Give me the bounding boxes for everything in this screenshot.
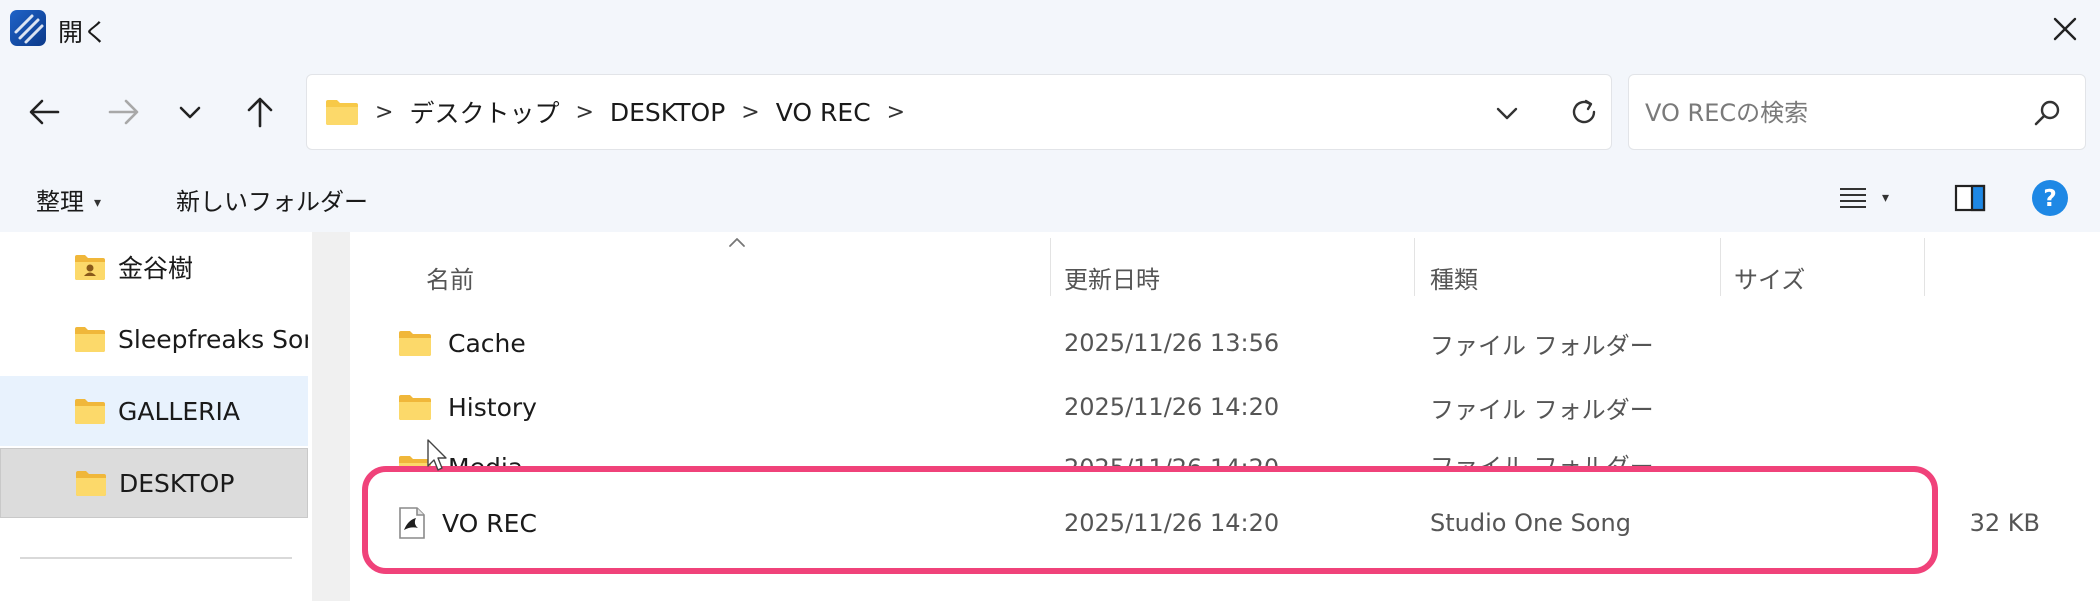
recent-locations-button[interactable] bbox=[160, 82, 220, 142]
refresh-icon bbox=[1572, 99, 1596, 124]
breadcrumb: > デスクトップ > DESKTOP > VO REC > bbox=[325, 75, 921, 149]
new-folder-label: 新しいフォルダー bbox=[176, 188, 368, 216]
file-type: Studio One Song bbox=[1430, 509, 1631, 537]
file-type: ファイル フォルダー bbox=[1430, 395, 1654, 424]
breadcrumb-desktop[interactable]: デスクトップ bbox=[409, 94, 559, 130]
folder-icon bbox=[399, 395, 431, 420]
breadcrumb-desktop-folder[interactable]: DESKTOP bbox=[610, 98, 725, 127]
file-name: Cache bbox=[448, 328, 526, 358]
sidebar-item-label: 金谷樹 bbox=[118, 254, 194, 283]
navigation-bar: > デスクトップ > DESKTOP > VO REC > bbox=[0, 58, 2100, 164]
svg-text:?: ? bbox=[2043, 186, 2056, 212]
file-date: 2025/11/26 14:20 bbox=[1064, 454, 1279, 466]
user-folder-icon bbox=[75, 255, 105, 280]
caret-down-icon: ▾ bbox=[1882, 190, 1890, 206]
title-bar: 開く bbox=[0, 0, 2100, 58]
breadcrumb-separator[interactable]: > bbox=[741, 100, 759, 125]
search-input[interactable] bbox=[1643, 93, 2007, 133]
preview-pane-icon bbox=[1954, 184, 1986, 212]
sidebar-divider bbox=[20, 557, 292, 559]
column-separator[interactable] bbox=[1720, 238, 1721, 296]
search-icon[interactable] bbox=[2027, 93, 2067, 133]
sidebar-item-label: Sleepfreaks Song bbox=[118, 324, 308, 354]
command-bar: 整理 ▾ 新しいフォルダー ▾ ? bbox=[0, 164, 2100, 232]
sidebar-item-galleria[interactable]: GALLERIA bbox=[0, 376, 308, 446]
close-button[interactable] bbox=[2030, 0, 2100, 58]
table-row[interactable]: History 2025/11/26 14:20 ファイル フォルダー bbox=[370, 376, 2070, 438]
chevron-down-icon bbox=[1496, 107, 1518, 120]
sidebar-item-user[interactable]: 金谷樹 bbox=[0, 232, 308, 302]
sidebar-item-sleepfreaks-song[interactable]: Sleepfreaks Song bbox=[0, 304, 308, 374]
sidebar-item-label: GALLERIA bbox=[118, 396, 240, 426]
forward-button[interactable] bbox=[94, 82, 154, 142]
chevron-down-icon bbox=[179, 106, 201, 119]
file-date: 2025/11/26 13:56 bbox=[1064, 329, 1280, 357]
close-icon bbox=[2053, 17, 2077, 41]
sidebar-item-desktop[interactable]: DESKTOP bbox=[0, 448, 308, 518]
refresh-button[interactable] bbox=[1563, 91, 1605, 133]
file-date: 2025/11/26 14:20 bbox=[1064, 393, 1280, 421]
address-bar[interactable]: > デスクトップ > DESKTOP > VO REC > bbox=[306, 74, 1612, 150]
window-title: 開く bbox=[58, 18, 109, 47]
up-button[interactable] bbox=[230, 82, 290, 142]
organize-menu[interactable]: 整理 ▾ bbox=[36, 182, 101, 217]
file-size: 32 KB bbox=[1969, 509, 2040, 537]
arrow-right-icon bbox=[108, 99, 139, 125]
navigation-pane: 金谷樹 Sleepfreaks Song GALLERIA DESKTOP bbox=[0, 232, 312, 601]
file-date: 2025/11/26 14:20 bbox=[1064, 509, 1280, 537]
organize-label: 整理 bbox=[36, 188, 84, 216]
details-view-icon bbox=[1840, 188, 1866, 208]
table-row[interactable]: Cache 2025/11/26 13:56 ファイル フォルダー bbox=[370, 312, 2070, 374]
breadcrumb-vo-rec[interactable]: VO REC bbox=[776, 98, 871, 127]
column-separator[interactable] bbox=[1414, 238, 1415, 296]
arrow-left-icon bbox=[29, 99, 60, 125]
table-row[interactable]: Media 2025/11/26 14:20 ファイル フォルダー bbox=[370, 440, 2070, 466]
folder-icon bbox=[399, 455, 431, 466]
column-separator[interactable] bbox=[1924, 238, 1925, 296]
arrow-up-icon bbox=[247, 97, 273, 128]
view-options-button[interactable]: ▾ bbox=[1838, 178, 1914, 218]
studio-one-song-icon bbox=[399, 507, 425, 539]
help-button[interactable]: ? bbox=[2028, 176, 2072, 220]
sidebar-scrollbar[interactable] bbox=[312, 232, 350, 601]
file-name: History bbox=[448, 392, 537, 422]
folder-icon bbox=[76, 471, 106, 496]
column-header-name[interactable]: 名前 bbox=[426, 252, 474, 302]
file-size bbox=[1750, 312, 2040, 374]
new-folder-button[interactable]: 新しいフォルダー bbox=[176, 182, 368, 217]
folder-icon bbox=[75, 399, 105, 424]
file-type: ファイル フォルダー bbox=[1430, 331, 1654, 360]
file-name: VO REC bbox=[442, 508, 537, 538]
file-name: Media bbox=[448, 453, 523, 466]
app-icon bbox=[10, 10, 46, 46]
column-header-date[interactable]: 更新日時 bbox=[1064, 252, 1160, 302]
folder-icon bbox=[399, 331, 431, 356]
sidebar-item-label: DESKTOP bbox=[119, 468, 235, 498]
caret-down-icon: ▾ bbox=[94, 195, 102, 211]
address-history-button[interactable] bbox=[1487, 93, 1527, 133]
preview-pane-button[interactable] bbox=[1950, 178, 1990, 218]
search-box[interactable] bbox=[1628, 74, 2086, 150]
help-icon: ? bbox=[2032, 180, 2068, 216]
sort-ascending-icon bbox=[719, 232, 755, 252]
folder-icon bbox=[326, 100, 358, 125]
breadcrumb-separator[interactable]: > bbox=[887, 100, 905, 125]
table-row-selected-file[interactable]: VO REC 2025/11/26 14:20 Studio One Song … bbox=[370, 492, 2070, 554]
folder-icon bbox=[75, 327, 105, 352]
column-header-size[interactable]: サイズ bbox=[1734, 252, 1805, 302]
back-button[interactable] bbox=[14, 82, 74, 142]
breadcrumb-separator[interactable]: > bbox=[575, 100, 593, 125]
file-type: ファイル フォルダー bbox=[1430, 447, 1654, 466]
column-separator[interactable] bbox=[1050, 238, 1051, 296]
column-header-type[interactable]: 種類 bbox=[1430, 252, 1478, 302]
file-size bbox=[1750, 376, 2040, 438]
file-list: 名前 更新日時 種類 サイズ Cache 2025/11/26 13:56 ファ… bbox=[350, 232, 2100, 601]
breadcrumb-separator[interactable]: > bbox=[375, 100, 393, 125]
